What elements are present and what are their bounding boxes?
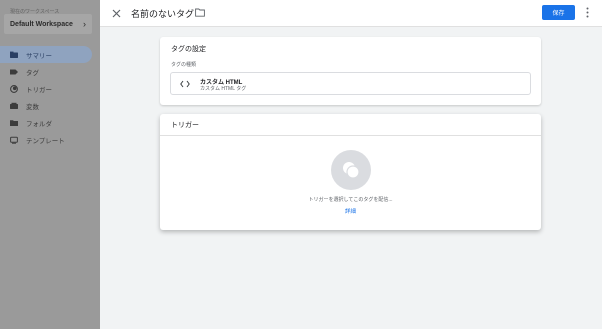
tag-configuration-card: タグの設定 タグの種類 カスタム HTML カスタム HTML タグ [160,37,541,105]
save-button[interactable]: 保存 [542,5,575,20]
sidebar-item-triggers[interactable]: トリガー [0,80,100,97]
chevron-right-icon: › [83,18,86,29]
sidebar-item-folders[interactable]: フォルダ [0,114,100,131]
tag-type-label: タグの種類 [171,62,197,68]
sidebar-item-summary[interactable]: サマリー [0,46,92,63]
folder-button[interactable] [194,7,205,18]
template-icon [10,136,18,144]
folder-icon [194,8,205,17]
sidebar-item-label: トリガー [26,86,52,94]
card-title: タグの設定 [171,46,206,53]
tag-editor-panel: 名前のないタグ 保存 タグの設定 タグの種類 カスタム HTML カスタム HT… [100,0,602,329]
triggering-header: トリガー [160,114,541,136]
tag-type-selector[interactable]: カスタム HTML カスタム HTML タグ [170,72,531,95]
card-title: トリガー [171,122,199,129]
triggering-card[interactable]: トリガー トリガーを選択してこのタグを配信... 詳細 [160,114,541,230]
trigger-icon [10,84,18,93]
code-icon [180,79,190,89]
sidebar-item-label: サマリー [26,52,52,60]
workspace-name: Default Workspace [10,20,73,28]
more-vert-icon [586,7,588,18]
folder-icon [10,119,18,127]
tag-icon [10,68,18,76]
tag-type-description: カスタム HTML タグ [200,86,247,92]
sidebar-item-label: テンプレート [26,137,65,145]
sidebar-item-label: タグ [26,69,39,77]
editor-header: 名前のないタグ 保存 [100,0,602,27]
details-link[interactable]: 詳細 [160,207,541,215]
trigger-placeholder-icon[interactable] [331,150,371,190]
sidebar-item-tags[interactable]: タグ [0,63,100,80]
close-icon [112,9,120,17]
sidebar: 現在のワークスペース Default Workspace › サマリー タグ ト… [0,0,100,329]
sidebar-item-label: 変数 [26,103,39,111]
sidebar-nav: サマリー タグ トリガー 変数 フォルダ テンプレート [0,46,100,148]
page-title[interactable]: 名前のないタグ [131,7,194,20]
more-options-button[interactable] [582,6,592,19]
sidebar-item-label: フォルダ [26,120,52,128]
summary-icon [10,51,18,59]
workspace-selector[interactable]: Default Workspace › [4,14,92,34]
sidebar-item-variables[interactable]: 変数 [0,97,100,114]
sidebar-item-templates[interactable]: テンプレート [0,131,100,148]
variables-icon [10,102,18,110]
close-button[interactable] [110,7,122,19]
trigger-hint: トリガーを選択してこのタグを配信... [308,197,393,203]
